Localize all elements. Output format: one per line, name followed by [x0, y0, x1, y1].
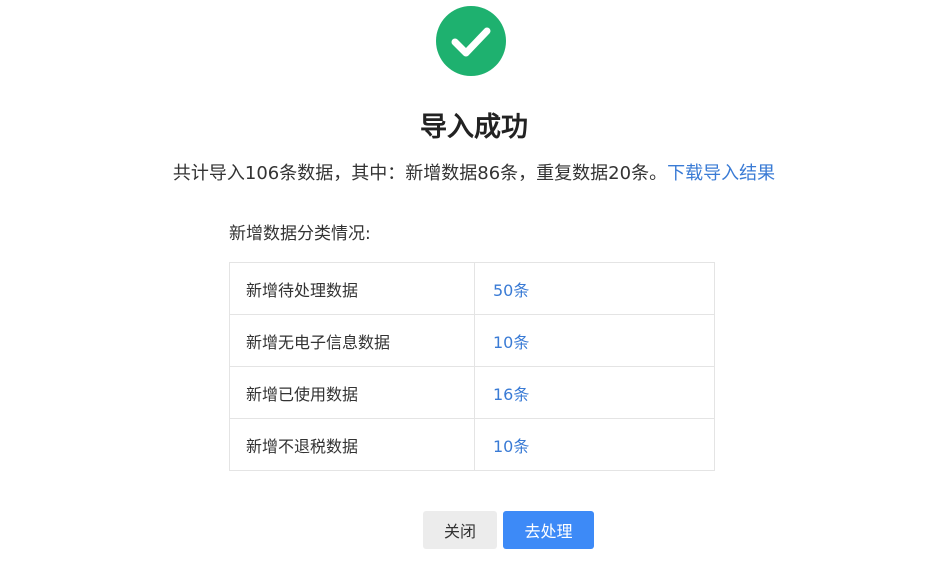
summary-text: 共计导入106条数据，其中：新增数据86条，重复数据20条。 — [172, 163, 668, 184]
table-row: 新增待处理数据 50条 — [229, 262, 715, 315]
breakdown-label: 新增数据分类情况: — [229, 224, 371, 244]
table-row: 新增无电子信息数据 10条 — [229, 314, 715, 367]
import-summary: 共计导入106条数据，其中：新增数据86条，重复数据20条。下载导入结果 — [0, 160, 948, 188]
success-check-icon — [436, 6, 506, 76]
count-cell: 50条 — [474, 262, 715, 315]
table-row: 新增不退税数据 10条 — [229, 418, 715, 471]
close-button[interactable]: 关闭 — [423, 511, 497, 549]
download-result-link[interactable]: 下载导入结果 — [667, 163, 775, 184]
count-cell: 10条 — [474, 418, 715, 471]
count-cell: 10条 — [474, 314, 715, 367]
breakdown-table: 新增待处理数据 50条 新增无电子信息数据 10条 新增已使用数据 16条 新增… — [229, 262, 715, 471]
page-title: 导入成功 — [420, 112, 528, 143]
category-cell: 新增不退税数据 — [229, 418, 475, 471]
count-cell: 16条 — [474, 366, 715, 419]
category-cell: 新增待处理数据 — [229, 262, 475, 315]
category-cell: 新增无电子信息数据 — [229, 314, 475, 367]
table-row: 新增已使用数据 16条 — [229, 366, 715, 419]
category-cell: 新增已使用数据 — [229, 366, 475, 419]
check-circle-icon — [436, 6, 506, 76]
process-button[interactable]: 去处理 — [503, 511, 594, 549]
